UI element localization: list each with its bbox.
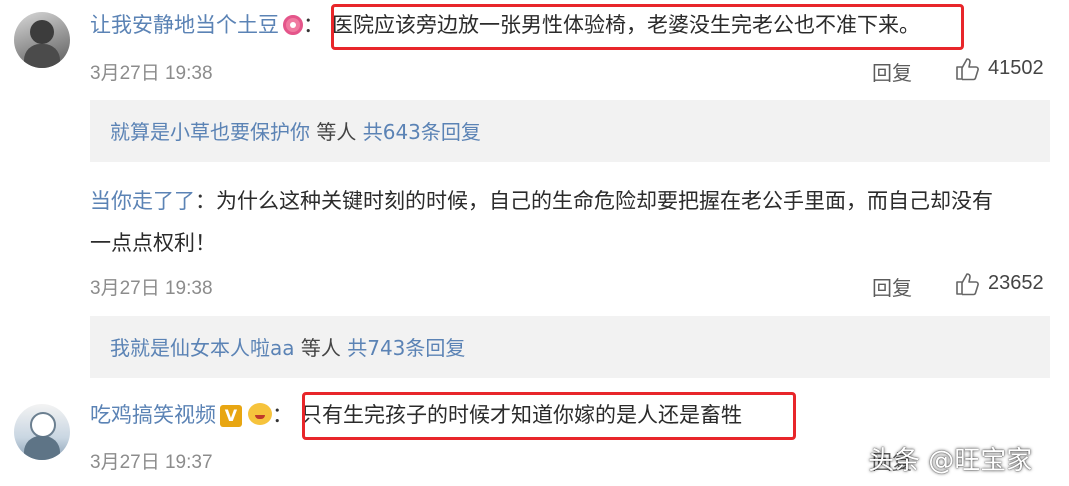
thumbs-up-icon[interactable] [954, 271, 980, 297]
user-avatar[interactable] [14, 404, 70, 460]
reply-summary-count[interactable]: 共643条回复 [363, 120, 481, 144]
like-count: 41502 [988, 57, 1044, 79]
reply-summary-user[interactable]: 就算是小草也要保护你 [110, 120, 310, 144]
reply-button[interactable]: 回复 [872, 272, 912, 301]
reply-button[interactable]: 回复 [872, 57, 912, 86]
avatar-figure-body [24, 436, 60, 460]
comment-line-2: 一点点权利！ [90, 228, 216, 258]
avatar-figure-body [24, 44, 60, 68]
comment-timestamp: 3月27日 19:37 [90, 452, 213, 473]
thumbs-up-icon[interactable] [954, 56, 980, 82]
donut-emoji-icon [283, 15, 303, 35]
reply-summary-text: 我就是仙女本人啦aa 等人 共743条回复 [110, 332, 465, 361]
like-count: 23652 [988, 272, 1044, 294]
comment-colon: ： [272, 403, 293, 427]
reply-summary-count[interactable]: 共743条回复 [347, 336, 465, 360]
comment-text-line-2: 一点点权利！ [90, 231, 216, 255]
laughing-emoji-icon [248, 403, 272, 425]
comment-line-1: 当你走了了：为什么这种关键时刻的时候，自己的生命危险却要把握在老公手里面，而自己… [90, 186, 993, 216]
reply-summary-box[interactable]: 就算是小草也要保护你 等人 共643条回复 [90, 100, 1050, 162]
comment-username[interactable]: 让我安静地当个土豆 [90, 13, 279, 37]
comment-colon: ： [303, 13, 324, 37]
comment-timestamp: 3月27日 19:38 [90, 63, 213, 84]
reply-summary-mid: 等人 [300, 336, 341, 360]
comment-username[interactable]: 当你走了了 [90, 189, 195, 213]
comment-text-line-1: 为什么这种关键时刻的时候，自己的生命危险却要把握在老公手里面，而自己却没有 [216, 189, 993, 213]
highlight-box [302, 392, 796, 440]
user-avatar[interactable] [14, 190, 70, 246]
user-avatar[interactable] [14, 12, 70, 68]
comment-colon: ： [195, 189, 216, 213]
reply-summary-box[interactable]: 我就是仙女本人啦aa 等人 共743条回复 [90, 316, 1050, 378]
highlight-box [331, 4, 964, 50]
reply-summary-mid: 等人 [316, 120, 357, 144]
comment-username[interactable]: 吃鸡搞笑视频 [90, 403, 216, 427]
reply-summary-text: 就算是小草也要保护你 等人 共643条回复 [110, 116, 481, 145]
watermark: 头条 @旺宝家 [868, 446, 1033, 476]
avatar-figure-head [30, 412, 56, 438]
verified-v-icon: V [220, 405, 242, 427]
avatar-figure-head [30, 20, 54, 44]
reply-summary-user[interactable]: 我就是仙女本人啦aa [110, 336, 295, 360]
comment-timestamp: 3月27日 19:38 [90, 278, 213, 299]
